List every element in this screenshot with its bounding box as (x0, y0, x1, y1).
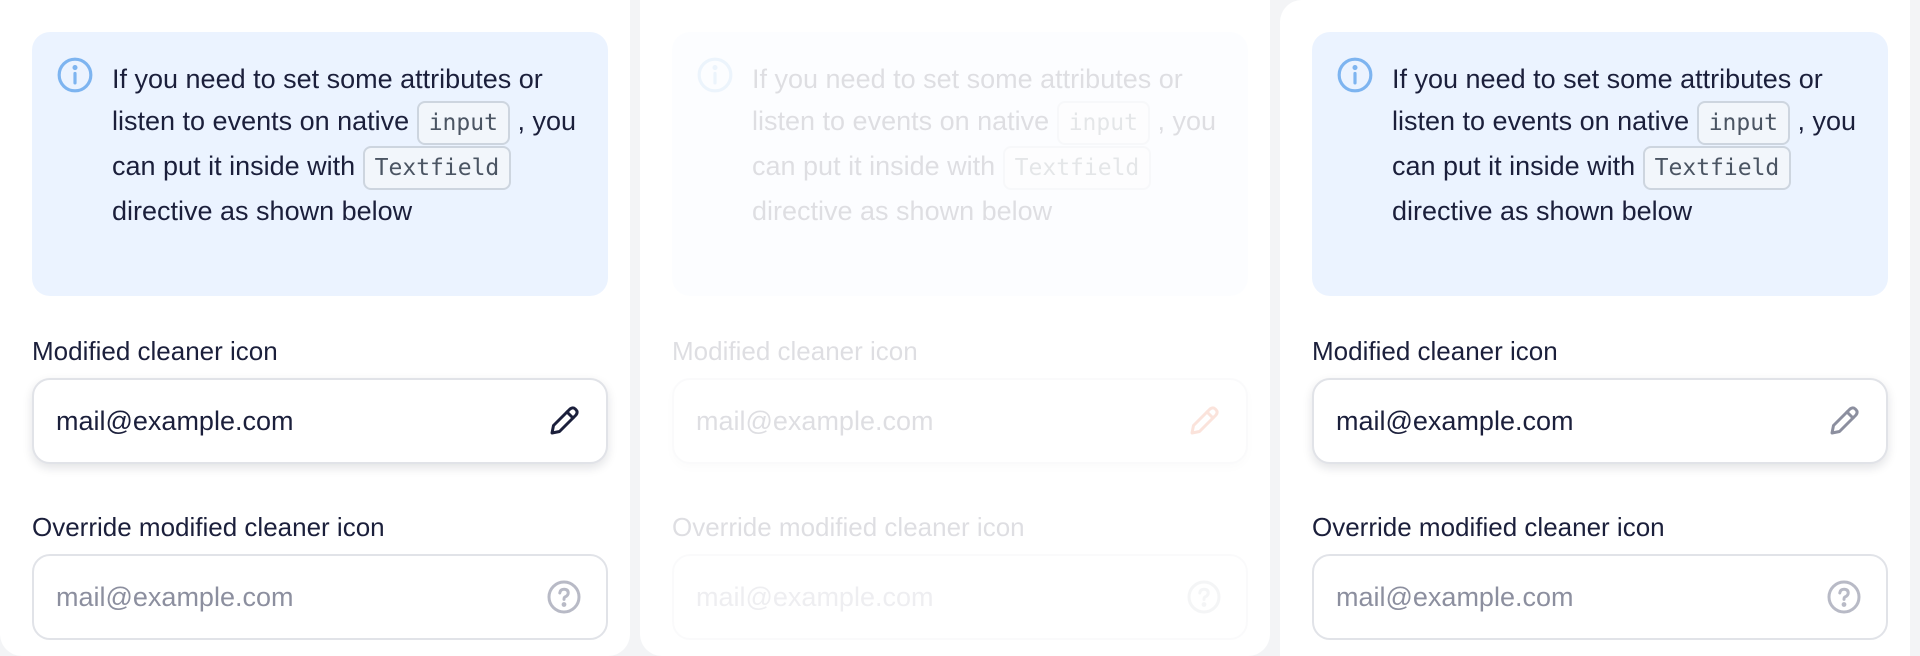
pencil-icon[interactable] (1826, 403, 1862, 439)
pencil-icon[interactable] (1186, 403, 1222, 439)
code-textfield: Textfield (1002, 145, 1152, 190)
pencil-icon[interactable] (546, 403, 582, 439)
email-field-modified[interactable]: mail@example.com (672, 378, 1248, 464)
info-icon (697, 57, 733, 93)
field-label-modified: Modified cleaner icon (32, 336, 278, 366)
field-label-modified: Modified cleaner icon (1312, 336, 1558, 366)
code-input: input (416, 100, 510, 145)
field-label-modified: Modified cleaner icon (672, 336, 918, 366)
info-notice: If you need to set some attributes or li… (32, 32, 608, 296)
question-circle-icon[interactable] (546, 579, 582, 615)
info-notice: If you need to set some attributes or li… (1312, 32, 1888, 296)
email-value: mail@example.com (1336, 405, 1574, 436)
email-field-override[interactable]: mail@example.com (1312, 554, 1888, 640)
question-circle-icon[interactable] (1186, 579, 1222, 615)
notice-text-3: directive as shown below (112, 195, 413, 226)
demo-panel-left: If you need to set some attributes or li… (0, 0, 630, 656)
field-label-override: Override modified cleaner icon (1312, 512, 1665, 542)
field-label-override: Override modified cleaner icon (32, 512, 385, 542)
info-notice: If you need to set some attributes or li… (672, 32, 1248, 296)
email-value: mail@example.com (56, 405, 294, 436)
email-field-modified[interactable]: mail@example.com (1312, 378, 1888, 464)
notice-text-3: directive as shown below (752, 195, 1053, 226)
email-placeholder: mail@example.com (696, 581, 934, 612)
demo-panel-right: If you need to set some attributes or li… (1280, 0, 1910, 656)
demo-panel-middle: If you need to set some attributes or li… (640, 0, 1270, 656)
email-placeholder: mail@example.com (56, 581, 294, 612)
email-field-override[interactable]: mail@example.com (32, 554, 608, 640)
code-input: input (1056, 100, 1150, 145)
field-label-override: Override modified cleaner icon (672, 512, 1025, 542)
code-textfield: Textfield (362, 145, 512, 190)
info-icon (1337, 57, 1373, 93)
question-circle-icon[interactable] (1826, 579, 1862, 615)
code-textfield: Textfield (1642, 145, 1792, 190)
email-placeholder: mail@example.com (1336, 581, 1574, 612)
info-icon (57, 57, 93, 93)
code-input: input (1696, 100, 1790, 145)
email-field-override[interactable]: mail@example.com (672, 554, 1248, 640)
email-value: mail@example.com (696, 405, 934, 436)
email-field-modified[interactable]: mail@example.com (32, 378, 608, 464)
notice-text-3: directive as shown below (1392, 195, 1693, 226)
